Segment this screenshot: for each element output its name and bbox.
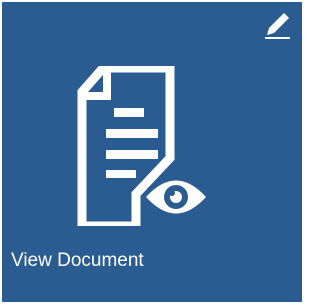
tile-label: View Document	[11, 250, 144, 271]
pencil-icon	[265, 13, 290, 39]
edit-button[interactable]	[262, 10, 292, 40]
view-document-tile[interactable]: View Document	[0, 0, 305, 306]
document-view-icon	[70, 66, 230, 226]
